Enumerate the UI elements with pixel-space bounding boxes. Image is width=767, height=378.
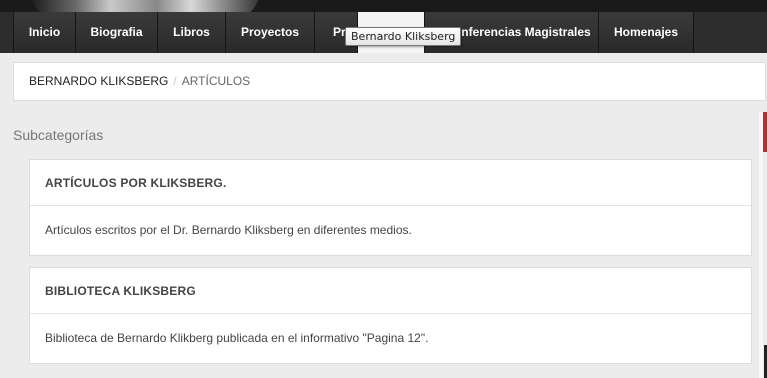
nav-tooltip: Bernardo Kliksberg — [345, 27, 462, 46]
subcategory-title-link[interactable]: ARTÍCULOS POR KLIKSBERG. — [30, 160, 751, 206]
nav-item-inicio[interactable]: Inicio — [14, 12, 76, 53]
right-edge-accent — [763, 112, 767, 152]
subcategory-title-link[interactable]: BIBLIOTECA KLIKSBERG — [30, 268, 751, 314]
nav-item-libros[interactable]: Libros — [158, 12, 226, 53]
breadcrumb-separator: / — [173, 74, 177, 88]
nav-item-proyectos[interactable]: Proyectos — [226, 12, 315, 53]
nav-item-biografia[interactable]: Biografia — [76, 12, 158, 53]
subcategory-card: ARTÍCULOS POR KLIKSBERG. Artículos escri… — [29, 159, 752, 256]
nav-item-homenajes[interactable]: Homenajes — [599, 12, 694, 53]
breadcrumb: BERNARDO KLIKSBERG / ARTÍCULOS — [13, 62, 766, 101]
nav-item-conferencias-label: Conferencias Magistrales — [445, 25, 591, 39]
subcategory-card: BIBLIOTECA KLIKSBERG Biblioteca de Berna… — [29, 267, 752, 364]
breadcrumb-current: ARTÍCULOS — [181, 74, 251, 88]
breadcrumb-home-link[interactable]: BERNARDO KLIKSBERG — [29, 74, 168, 88]
subcategory-description: Artículos escritos por el Dr. Bernardo K… — [45, 223, 412, 237]
header-photo — [30, 0, 260, 12]
subcategory-description: Biblioteca de Bernardo Klikberg publicad… — [45, 331, 429, 345]
subcategories-heading: Subcategorías — [13, 127, 104, 143]
header-photo-strip — [0, 0, 767, 12]
